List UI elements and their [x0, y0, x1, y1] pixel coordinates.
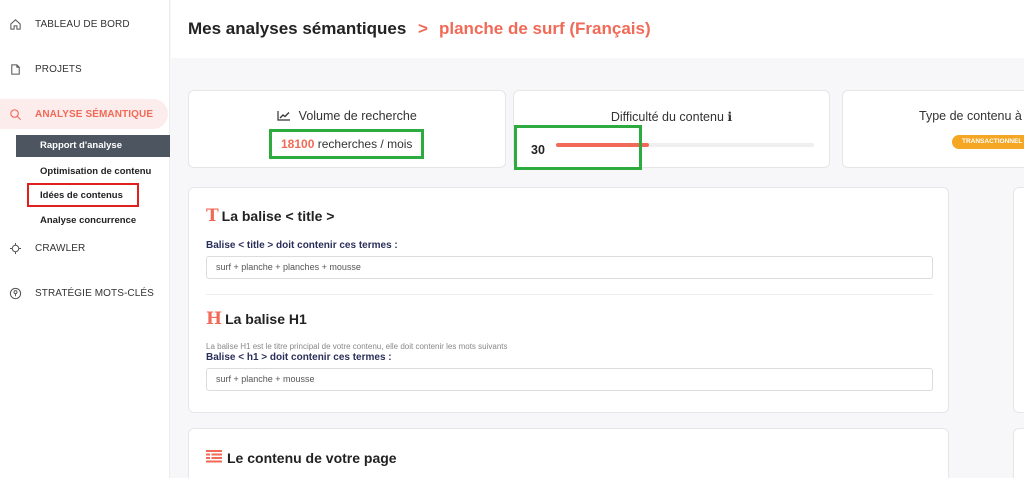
- page-content-heading: Le contenu de votre page: [206, 450, 397, 466]
- nav-label: STRATÉGIE MOTS-CLÉS: [35, 287, 154, 299]
- title-tag-heading: T La balise < title >: [206, 206, 334, 226]
- title-terms-field[interactable]: surf + planche + planches + mousse: [206, 256, 933, 279]
- nav-item-strategie-mots-cles[interactable]: STRATÉGIE MOTS-CLÉS: [0, 278, 170, 308]
- h1-tag-heading: H La balise H1: [206, 309, 307, 329]
- tags-card: T La balise < title > Balise < title > d…: [188, 187, 949, 413]
- side-card: [1013, 428, 1024, 478]
- content-type-title: Type de contenu à: [919, 109, 1022, 123]
- title-tag-label: Balise < title > doit contenir ces terme…: [206, 240, 398, 251]
- nav-label: PROJETS: [35, 63, 82, 75]
- h1-help-text: La balise H1 est le titre principal de v…: [206, 342, 508, 351]
- breadcrumb-separator: >: [418, 19, 428, 38]
- search-icon: [8, 107, 22, 121]
- crosshair-icon: [8, 241, 22, 255]
- divider: [206, 294, 933, 295]
- nav-item-tableau-de-bord[interactable]: TABLEAU DE BORD: [0, 9, 170, 39]
- heading-h-icon: H: [206, 309, 223, 329]
- sub-item-analyse-concurrence[interactable]: Analyse concurrence: [40, 215, 136, 226]
- sub-item-optimisation-contenu[interactable]: Optimisation de contenu: [40, 166, 151, 177]
- nav-label: ANALYSE SÉMANTIQUE: [35, 108, 154, 120]
- difficulty-title-row: Difficulté du contenu ℹ: [514, 109, 829, 124]
- highlight-box-volume: [269, 129, 424, 159]
- nav-item-projets[interactable]: PROJETS: [0, 54, 170, 84]
- title-tag-heading-text: La balise < title >: [221, 208, 335, 224]
- content-type-card: Type de contenu à TRANSACTIONNEL: [842, 90, 1024, 168]
- text-t-icon: T: [206, 206, 219, 226]
- nav-item-analyse-semantique[interactable]: ANALYSE SÉMANTIQUE: [0, 99, 168, 129]
- page-header: Mes analyses sémantiques > planche de su…: [171, 0, 1024, 58]
- chart-line-icon: [277, 110, 291, 124]
- list-icon: [206, 450, 222, 466]
- nav-item-crawler[interactable]: CRAWLER: [0, 233, 170, 263]
- content-type-badge: TRANSACTIONNEL: [952, 135, 1024, 149]
- highlight-box: [27, 183, 139, 207]
- sidebar: TABLEAU DE BORD PROJETS ANALYSE SÉMANTIQ…: [0, 0, 170, 478]
- h1-tag-heading-text: La balise H1: [225, 311, 307, 327]
- h1-tag-label: Balise < h1 > doit contenir ces termes :: [206, 352, 392, 363]
- sub-item-rapport-analyse[interactable]: Rapport d'analyse: [16, 135, 170, 157]
- difficulty-title: Difficulté du contenu: [610, 110, 724, 124]
- home-icon: [8, 17, 22, 31]
- side-card: [1013, 187, 1024, 413]
- document-icon: [8, 62, 22, 76]
- key-icon: [8, 286, 22, 300]
- page-content-card: Le contenu de votre page: [188, 428, 949, 478]
- volume-title-row: Volume de recherche: [189, 109, 505, 124]
- highlight-box-difficulty: [514, 125, 642, 170]
- page-title[interactable]: Mes analyses sémantiques: [188, 19, 406, 39]
- nav-label: CRAWLER: [35, 242, 86, 254]
- h1-terms-field[interactable]: surf + planche + mousse: [206, 368, 933, 391]
- breadcrumb-current: planche de surf (Français): [439, 19, 651, 38]
- page-content-heading-text: Le contenu de votre page: [227, 450, 397, 466]
- info-icon[interactable]: ℹ: [727, 110, 732, 124]
- volume-title: Volume de recherche: [298, 109, 417, 123]
- nav-label: TABLEAU DE BORD: [35, 18, 130, 30]
